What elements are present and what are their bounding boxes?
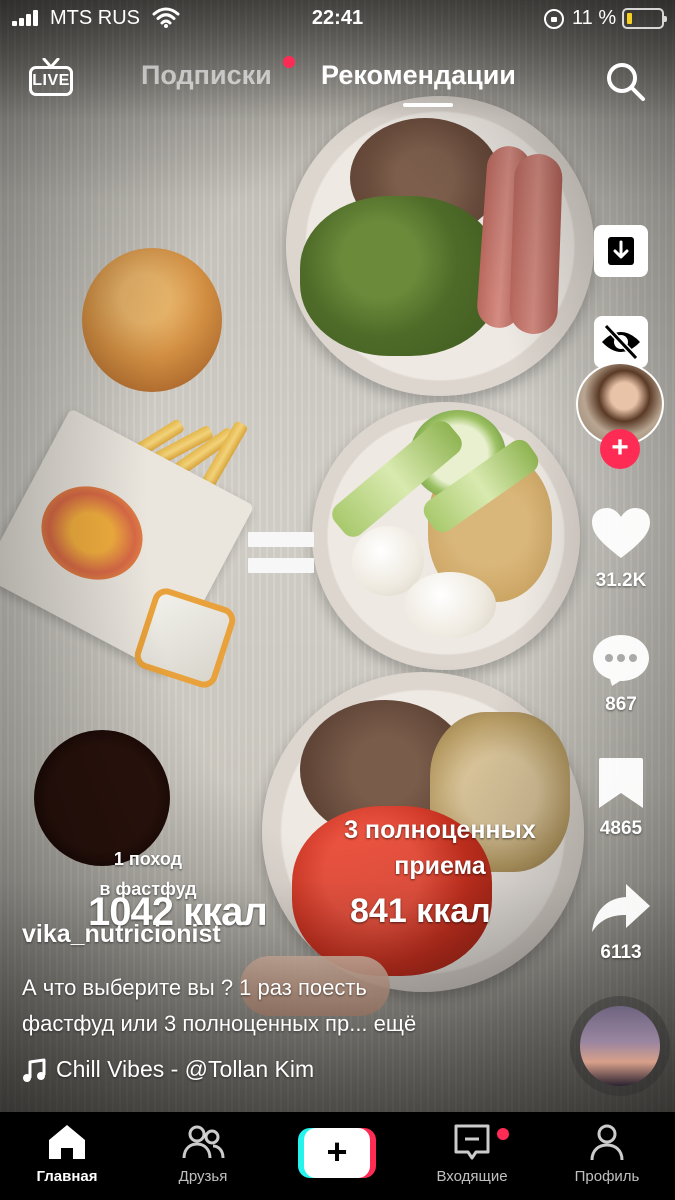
sound-link[interactable]: Chill Vibes - @Tollan Kim — [22, 1056, 314, 1086]
caption-line-1: А что выберите вы ? 1 раз поесть — [22, 975, 367, 1000]
active-tab-indicator — [403, 103, 453, 107]
follow-button[interactable]: + — [600, 429, 640, 469]
plus-icon: + — [304, 1128, 370, 1178]
status-bar: MTS RUS 22:41 11 % — [0, 0, 675, 38]
tab-home[interactable]: Главная — [12, 1122, 122, 1185]
following-notification-dot — [283, 56, 295, 68]
tab-following[interactable]: Подписки — [141, 60, 272, 91]
inbox-notification-dot — [497, 1128, 509, 1140]
friends-icon — [182, 1125, 225, 1159]
download-icon — [608, 237, 634, 265]
tab-inbox[interactable]: Входящие — [417, 1122, 527, 1185]
tab-inbox-label: Входящие — [436, 1168, 508, 1185]
inbox-icon — [454, 1124, 490, 1160]
share-icon[interactable] — [590, 880, 652, 936]
tab-profile[interactable]: Профиль — [552, 1122, 662, 1185]
creator-username[interactable]: vika_nutricionist — [22, 920, 221, 949]
bookmark-icon[interactable] — [590, 756, 652, 812]
music-note-icon — [23, 1058, 46, 1082]
caption-line-2: фастфуд или 3 полноценных пр... ещё — [22, 1011, 417, 1036]
overlay-right-kcal: 841 ккал — [350, 892, 491, 930]
comment-icon[interactable] — [590, 632, 652, 688]
tab-friends[interactable]: Друзья — [148, 1122, 258, 1185]
overlay-right-line2: приема — [394, 852, 486, 880]
create-button[interactable]: + — [298, 1128, 376, 1178]
tab-for-you[interactable]: Рекомендации — [321, 60, 516, 91]
sound-name: Chill Vibes - @Tollan Kim — [56, 1056, 315, 1082]
heart-icon[interactable] — [590, 506, 652, 562]
battery-percent: 11 % — [572, 7, 617, 29]
battery-icon — [622, 8, 667, 29]
tab-friends-label: Друзья — [178, 1168, 228, 1185]
bookmark-count: 4865 — [599, 818, 643, 839]
comment-count: 867 — [605, 694, 637, 715]
download-button[interactable] — [594, 225, 648, 277]
overlay-left-line1: 1 поход — [113, 849, 183, 869]
music-disc[interactable] — [580, 1006, 660, 1086]
live-button[interactable]: LIVE — [29, 58, 73, 98]
post-caption[interactable]: А что выберите вы ? 1 раз поесть фастфуд… — [22, 970, 542, 1042]
live-label: LIVE — [29, 66, 73, 96]
like-count: 31.2K — [595, 570, 647, 591]
overlay-right-label: 3 полноценных приема — [330, 812, 550, 884]
not-interested-button[interactable] — [594, 316, 648, 368]
home-icon — [49, 1125, 85, 1159]
rotation-lock-icon — [544, 9, 564, 29]
tab-home-label: Главная — [36, 1168, 98, 1185]
tab-profile-label: Профиль — [574, 1168, 640, 1185]
eye-slash-icon — [602, 323, 640, 361]
profile-icon — [590, 1124, 624, 1161]
share-count: 6113 — [600, 942, 642, 963]
overlay-right-line1: 3 полноценных — [344, 816, 536, 844]
search-icon[interactable] — [604, 60, 646, 102]
